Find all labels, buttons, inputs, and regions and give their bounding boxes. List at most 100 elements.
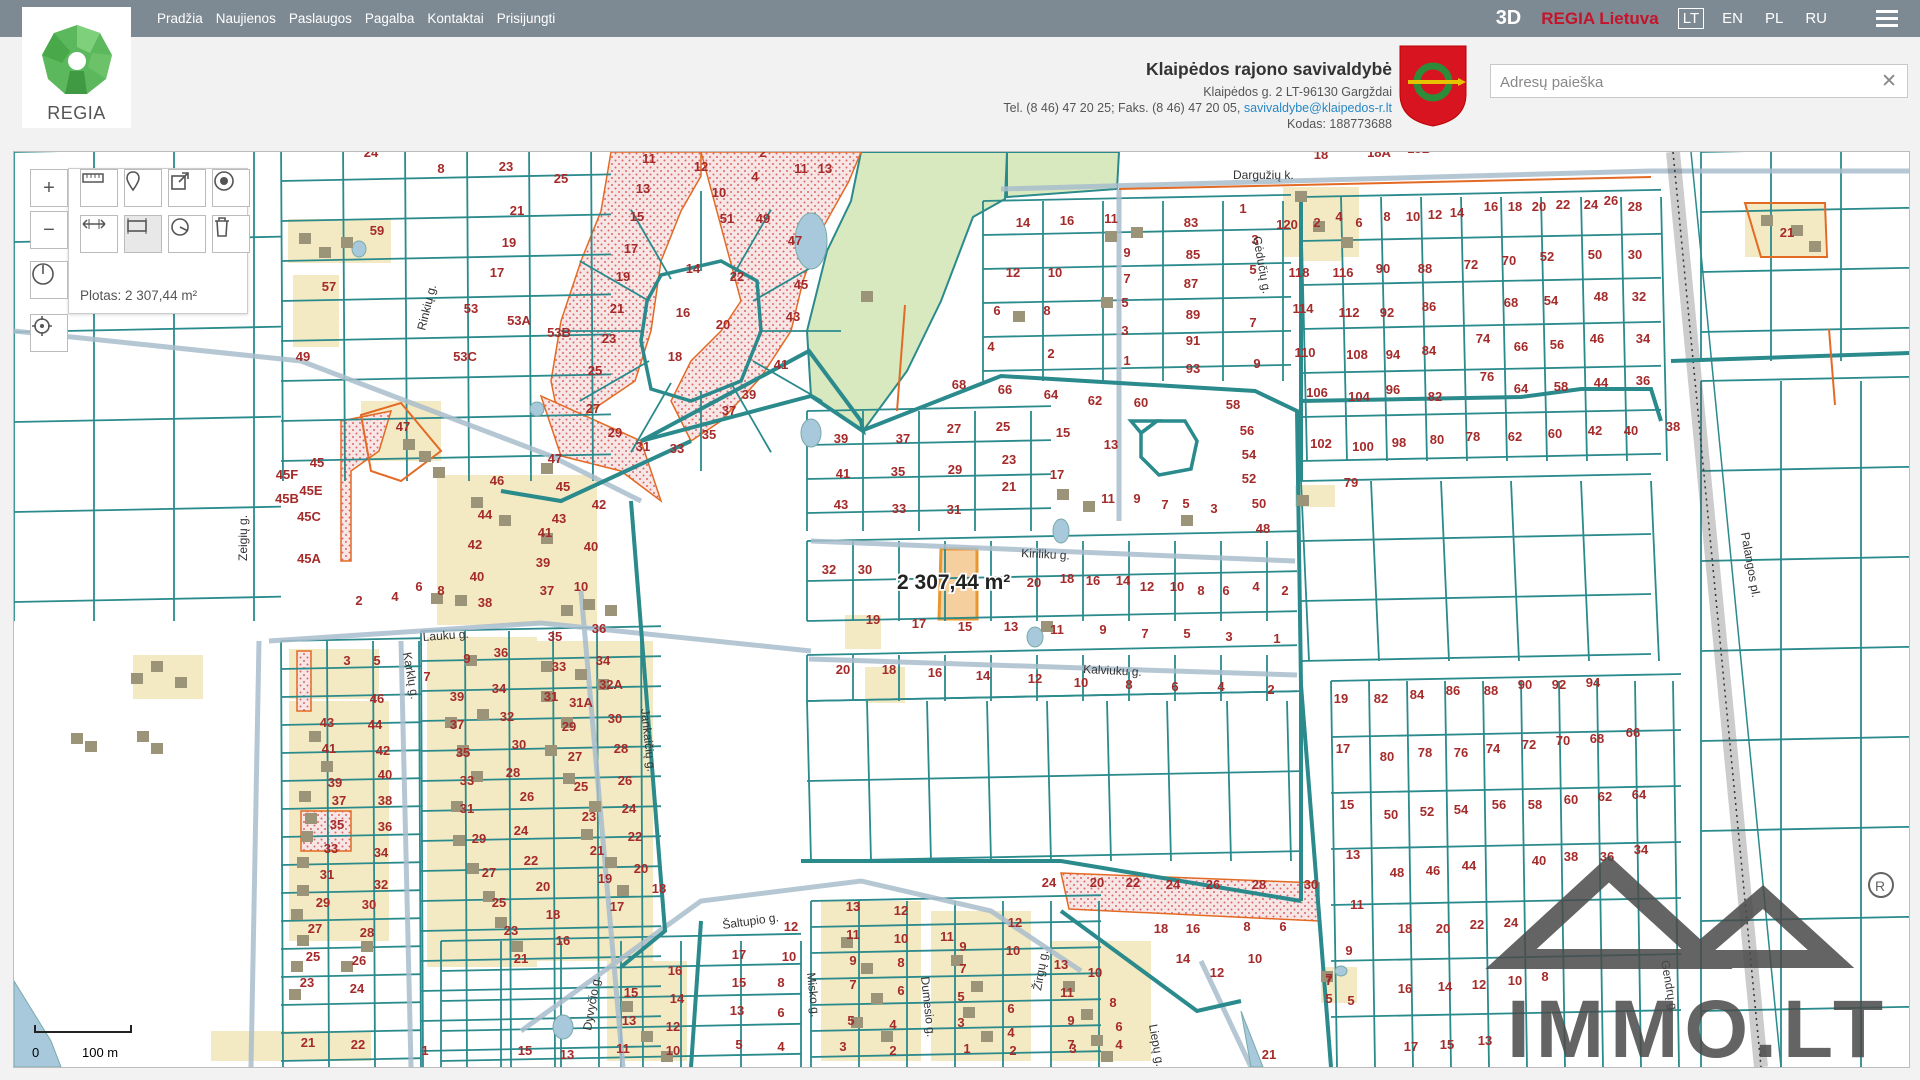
parcel-number: 8 bbox=[1197, 583, 1204, 598]
building bbox=[1101, 1051, 1113, 1062]
parcel-number: 72 bbox=[1464, 257, 1478, 272]
measure-line-button[interactable] bbox=[80, 215, 118, 253]
locate-icon bbox=[32, 316, 52, 336]
building bbox=[477, 709, 489, 720]
parcel-number: 4 bbox=[987, 339, 995, 354]
lang-en[interactable]: EN bbox=[1718, 9, 1747, 28]
parcel-number: 47 bbox=[396, 419, 410, 434]
marker-button[interactable] bbox=[124, 169, 162, 207]
parcel-number: 22 bbox=[351, 1037, 365, 1052]
parcel-number: 17 bbox=[490, 265, 504, 280]
parcel-number: 64 bbox=[1632, 787, 1647, 802]
parcel-number: 12 bbox=[784, 919, 798, 934]
zoom-in-button[interactable]: + bbox=[30, 169, 68, 207]
parcel-number: 23 bbox=[504, 923, 518, 938]
measure-area-button[interactable] bbox=[124, 215, 162, 253]
parcel-number: 23 bbox=[300, 975, 314, 990]
parcel-number: 24 bbox=[350, 981, 365, 996]
zoom-out-button[interactable]: − bbox=[30, 211, 68, 249]
cadastral-map[interactable]: 32 3020 18 16 14 12 10 8 6 4 219 17 15 13 11 9 7 5 3 120 18 1… bbox=[14, 152, 1909, 1067]
building bbox=[321, 761, 333, 772]
parcel-number: 41 bbox=[836, 466, 850, 481]
area-readout: Plotas: 2 307,44 m² bbox=[80, 288, 198, 303]
parcel-number: 31 bbox=[320, 867, 334, 882]
brand-link[interactable]: REGIA Lietuva bbox=[1541, 9, 1658, 29]
parcel-number: 27 bbox=[308, 921, 322, 936]
lang-lt[interactable]: LT bbox=[1677, 8, 1705, 29]
parcel-number: 34 bbox=[492, 681, 507, 696]
parcel-number: 45B bbox=[275, 491, 299, 506]
building bbox=[605, 857, 617, 868]
parcel-number: 36 bbox=[1636, 373, 1650, 388]
target-button[interactable] bbox=[212, 169, 250, 207]
menu-icon[interactable] bbox=[1876, 6, 1898, 31]
email-link[interactable]: savivaldybe@klaipedos-r.lt bbox=[1244, 101, 1392, 115]
close-icon[interactable]: ✕ bbox=[1881, 70, 1897, 93]
parcel-number: 20 bbox=[1532, 199, 1546, 214]
share-button[interactable] bbox=[168, 169, 206, 207]
parcel-number: 72 bbox=[1522, 737, 1536, 752]
parcel-number: 2 bbox=[1267, 682, 1274, 697]
parcel-number: 44 bbox=[368, 717, 383, 732]
parcel-number: 20 bbox=[836, 662, 850, 677]
parcel-number: 23 bbox=[602, 331, 616, 346]
parcel-number: 106 bbox=[1306, 385, 1328, 400]
building bbox=[131, 673, 143, 684]
building bbox=[71, 733, 83, 744]
parcel-number: 30 bbox=[608, 711, 622, 726]
parcel-number: 14 bbox=[1438, 979, 1453, 994]
parcel-number: 15 bbox=[1440, 1037, 1454, 1052]
nav-help[interactable]: Pagalba bbox=[365, 11, 415, 26]
parcel-number: 80 bbox=[1380, 749, 1394, 764]
building bbox=[1341, 237, 1353, 248]
parcel-number: 53A bbox=[507, 313, 531, 328]
3d-button[interactable]: 3D bbox=[1496, 7, 1522, 30]
nav-login[interactable]: Prisijungti bbox=[497, 11, 556, 26]
measure-radius-button[interactable] bbox=[168, 215, 206, 253]
building bbox=[861, 291, 873, 302]
phone-fax: Tel. (8 46) 47 20 25; Faks. (8 46) 47 20… bbox=[1003, 101, 1241, 115]
parcel-number: 12 bbox=[1428, 207, 1442, 222]
nav-services[interactable]: Paslaugos bbox=[289, 11, 352, 26]
trash-icon bbox=[215, 217, 229, 237]
map-view[interactable]: 32 30 20 18 16 14 12 10 8 6 4 2 19 17 15 13 11 9 7 5 3 1 20 18 1… bbox=[13, 151, 1910, 1068]
parcel-number: 7 bbox=[1161, 497, 1168, 512]
nav-home[interactable]: Pradžia bbox=[157, 11, 203, 26]
parcel-number: 7 bbox=[423, 669, 430, 684]
parcel-number: 76 bbox=[1480, 369, 1494, 384]
delete-button[interactable] bbox=[212, 215, 250, 253]
parcel-number: 31A bbox=[569, 695, 593, 710]
nav-contacts[interactable]: Kontaktai bbox=[427, 11, 483, 26]
parcel-number: 88 bbox=[1418, 261, 1432, 276]
parcel-number: 11 bbox=[1050, 622, 1064, 637]
search-input[interactable] bbox=[1491, 65, 1872, 99]
building bbox=[319, 247, 331, 258]
regia-logo[interactable]: REGIA bbox=[22, 7, 131, 128]
parcel-number: 17 bbox=[1404, 1039, 1418, 1054]
nav-news[interactable]: Naujienos bbox=[216, 11, 276, 26]
parcel-number: 62 bbox=[1088, 393, 1102, 408]
parcel-number: 43 bbox=[786, 309, 800, 324]
parcel-number: 54 bbox=[1544, 293, 1559, 308]
measure-distance-button[interactable] bbox=[80, 169, 118, 207]
parcel-number: 64 bbox=[1514, 381, 1529, 396]
parcel-number: 46 bbox=[1426, 863, 1440, 878]
parcel-number: 39 bbox=[834, 431, 848, 446]
parcel-number: 12 bbox=[666, 1019, 680, 1034]
parcel-number: 58 bbox=[1226, 397, 1240, 412]
parcel-number: 85 bbox=[1186, 247, 1200, 262]
parcel-number: 9 bbox=[1253, 356, 1260, 371]
compass-button[interactable] bbox=[30, 261, 68, 299]
locate-button[interactable] bbox=[30, 314, 68, 352]
parcel-number: 33 bbox=[460, 773, 474, 788]
lang-pl[interactable]: PL bbox=[1761, 9, 1787, 28]
lang-ru[interactable]: RU bbox=[1801, 9, 1831, 28]
parcel-number: 6 bbox=[415, 579, 422, 594]
parcel-number: 37 bbox=[332, 793, 346, 808]
parcel-number: 11 bbox=[616, 1041, 630, 1056]
parcel-number: 16 bbox=[928, 665, 942, 680]
parcel-number: 114 bbox=[1293, 301, 1315, 316]
building bbox=[289, 989, 301, 1000]
parcel-number: 29 bbox=[608, 425, 622, 440]
building bbox=[605, 605, 617, 616]
